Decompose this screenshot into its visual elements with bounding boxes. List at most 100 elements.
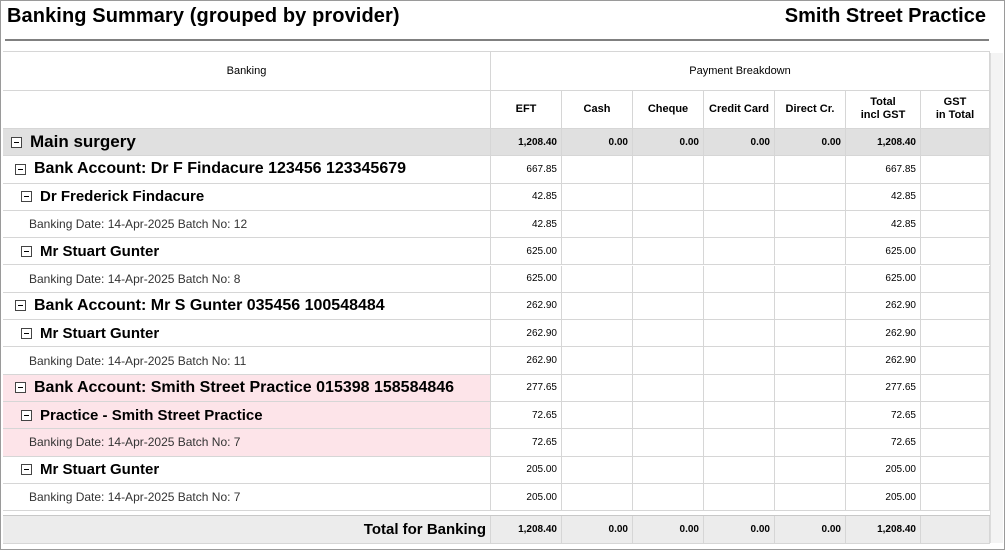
cell-credit-card — [704, 429, 775, 457]
row-label: Bank Account: Smith Street Practice 0153… — [34, 378, 455, 396]
cell-eft: 205.00 — [491, 456, 562, 484]
table-row[interactable]: Mr Stuart Gunter 262.90 262.90 — [3, 320, 990, 348]
cell-eft: 667.85 — [491, 156, 562, 184]
table-row[interactable]: Bank Account: Dr F Findacure 123456 1233… — [3, 156, 990, 184]
cell-credit-card — [704, 292, 775, 321]
cell-cash — [562, 320, 633, 348]
column-header-row: EFT Cash Cheque Credit Card Direct Cr. T… — [3, 90, 990, 129]
cell-credit-card — [704, 483, 775, 512]
cell-total-incl-gst: 42.85 — [846, 210, 921, 239]
cell-eft: 625.00 — [491, 238, 562, 266]
cell-total-incl-gst: 262.90 — [846, 320, 921, 348]
cell-eft: 262.90 — [491, 292, 562, 321]
table-row[interactable]: Banking Date: 14-Apr-2025 Batch No: 7 205… — [3, 483, 990, 512]
cell-total-incl-gst: 72.65 — [846, 402, 921, 430]
row-label-cell: Banking Date: 14-Apr-2025 Batch No: 12 — [3, 210, 491, 239]
cell-total-incl-gst: 1,208.40 — [846, 129, 921, 157]
vertical-scrollbar[interactable] — [990, 53, 1003, 543]
cell-eft: 1,208.40 — [491, 129, 562, 157]
cell-cash — [562, 429, 633, 457]
collapse-minus-icon[interactable] — [21, 327, 32, 339]
row-label: Practice - Smith Street Practice — [40, 406, 263, 424]
collapse-minus-icon[interactable] — [15, 300, 26, 312]
collapse-minus-icon[interactable] — [21, 464, 32, 476]
cell-eft: 277.65 — [491, 374, 562, 402]
row-label-cell: Banking Date: 14-Apr-2025 Batch No: 11 — [3, 347, 491, 375]
column-header-cheque[interactable]: Cheque — [633, 90, 704, 129]
table-row[interactable]: Banking Date: 14-Apr-2025 Batch No: 7 72.… — [3, 429, 990, 457]
column-header-gst-in-total[interactable]: GST in Total — [921, 90, 990, 129]
table-row[interactable]: Practice - Smith Street Practice 72.65 72.… — [3, 402, 990, 430]
cell-total-incl-gst: 667.85 — [846, 156, 921, 184]
cell-cheque — [633, 402, 704, 430]
total-row: Total for Banking 1,208.40 0.00 0.00 0.0… — [3, 515, 990, 544]
table-row[interactable]: Banking Date: 14-Apr-2025 Batch No: 11 26… — [3, 347, 990, 375]
row-label: Banking Date: 14-Apr-2025 Batch No: 8 — [29, 271, 241, 286]
row-label-cell: Bank Account: Dr F Findacure 123456 1233… — [3, 156, 491, 184]
cell-gst-in-total — [921, 429, 990, 457]
cell-total-incl-gst: 262.90 — [846, 292, 921, 321]
cell-cheque — [633, 265, 704, 293]
cell-direct-cr — [775, 402, 846, 430]
table-row[interactable]: Banking Date: 14-Apr-2025 Batch No: 12 42… — [3, 210, 990, 239]
cell-total-incl-gst: 625.00 — [846, 265, 921, 293]
cell-direct-cr — [775, 374, 846, 402]
collapse-minus-icon[interactable] — [11, 136, 22, 148]
table-row[interactable]: Banking Date: 14-Apr-2025 Batch No: 8 625… — [3, 265, 990, 293]
collapse-minus-icon[interactable] — [21, 245, 32, 257]
cell-direct-cr — [775, 265, 846, 293]
table-row[interactable]: Dr Frederick Findacure 42.85 42.85 — [3, 183, 990, 211]
column-header-total-incl-gst[interactable]: Total incl GST — [846, 90, 921, 129]
row-label: Dr Frederick Findacure — [40, 188, 205, 206]
row-label-cell: Banking Date: 14-Apr-2025 Batch No: 8 — [3, 265, 491, 293]
cell-direct-cr: 0.00 — [775, 129, 846, 157]
cell-cheque — [633, 374, 704, 402]
row-label-cell: Mr Stuart Gunter — [3, 320, 491, 348]
cell-cheque — [633, 238, 704, 266]
cell-credit-card: 0.00 — [704, 129, 775, 157]
cell-total-incl-gst: 277.65 — [846, 374, 921, 402]
column-header-direct-cr[interactable]: Direct Cr. — [775, 90, 846, 129]
banking-grid: Banking Payment Breakdown EFT Cash Chequ… — [3, 51, 990, 544]
cell-total-incl-gst: 72.65 — [846, 429, 921, 457]
cell-cheque — [633, 483, 704, 512]
column-header-eft[interactable]: EFT — [491, 90, 562, 129]
report-header: Banking Summary (grouped by provider) Sm… — [7, 5, 986, 35]
row-label: Banking Date: 14-Apr-2025 Batch No: 7 — [29, 435, 241, 450]
cell-credit-card — [704, 456, 775, 484]
cell-gst-in-total — [921, 456, 990, 484]
cell-cash — [562, 402, 633, 430]
row-label: Bank Account: Mr S Gunter 035456 1005484… — [34, 296, 385, 314]
column-header-cash[interactable]: Cash — [562, 90, 633, 129]
table-row[interactable]: Mr Stuart Gunter 625.00 625.00 — [3, 238, 990, 266]
table-row[interactable]: Bank Account: Mr S Gunter 035456 1005484… — [3, 292, 990, 321]
cell-gst-in-total — [921, 320, 990, 348]
table-row[interactable]: Main surgery 1,208.40 0.00 0.00 0.00 0.00 1,20… — [3, 129, 990, 157]
collapse-minus-icon[interactable] — [21, 409, 32, 421]
cell-eft: 72.65 — [491, 402, 562, 430]
cell-credit-card — [704, 347, 775, 375]
cell-direct-cr — [775, 483, 846, 512]
total-gst-in-total — [921, 516, 990, 544]
gst-in-total-line1: GST — [943, 96, 967, 108]
cell-cash — [562, 347, 633, 375]
table-row[interactable]: Bank Account: Smith Street Practice 0153… — [3, 374, 990, 402]
cell-cash: 0.00 — [562, 129, 633, 157]
cell-gst-in-total — [921, 374, 990, 402]
cell-credit-card — [704, 320, 775, 348]
cell-eft: 262.90 — [491, 320, 562, 348]
total-incl-gst: 1,208.40 — [846, 516, 921, 544]
cell-eft: 625.00 — [491, 265, 562, 293]
column-group-payment-breakdown: Payment Breakdown — [491, 52, 990, 91]
row-label-cell: Banking Date: 14-Apr-2025 Batch No: 7 — [3, 429, 491, 457]
column-header-credit-card[interactable]: Credit Card — [704, 90, 775, 129]
cell-cheque — [633, 210, 704, 239]
collapse-minus-icon[interactable] — [15, 382, 26, 394]
collapse-minus-icon[interactable] — [15, 163, 26, 175]
gst-in-total-line2: in Total — [935, 109, 975, 121]
collapse-minus-icon[interactable] — [21, 191, 32, 203]
cell-total-incl-gst: 42.85 — [846, 183, 921, 211]
cell-direct-cr — [775, 183, 846, 211]
cell-cash — [562, 483, 633, 512]
table-row[interactable]: Mr Stuart Gunter 205.00 205.00 — [3, 456, 990, 484]
